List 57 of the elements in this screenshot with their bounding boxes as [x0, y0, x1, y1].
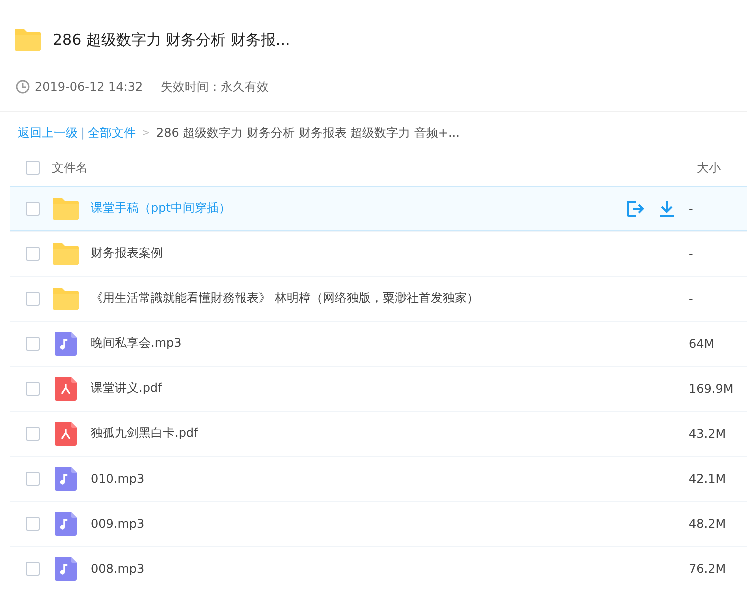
row-checkbox[interactable]	[26, 516, 40, 530]
row-checkbox[interactable]	[26, 246, 40, 260]
row-checkbox[interactable]	[26, 426, 40, 440]
folder-icon	[53, 288, 79, 310]
music-file-icon	[53, 332, 79, 356]
current-folder: 286 超级数字力 财务分析 财务报表 超级数字力 音频+...	[156, 124, 460, 142]
pdf-file-icon	[53, 422, 79, 446]
music-file-icon	[53, 556, 79, 580]
folder-icon	[15, 29, 41, 51]
row-checkbox[interactable]	[26, 292, 40, 306]
folder-icon	[53, 198, 79, 220]
breadcrumb-arrow: >	[142, 128, 150, 138]
file-row[interactable]: 独孤九剑黑白卡.pdf 43.2M	[10, 411, 747, 456]
pdf-file-icon	[53, 376, 79, 400]
file-row[interactable]: 009.mp3 48.2M	[10, 501, 747, 546]
file-name[interactable]: 008.mp3	[91, 562, 677, 576]
file-size: -	[689, 292, 694, 306]
file-size: -	[689, 246, 694, 260]
expiry-text: 失效时间：永久有效	[161, 78, 270, 96]
row-checkbox[interactable]	[26, 382, 40, 396]
file-name[interactable]: 《用生活常識就能看懂財務報表》 林明樟（网络独版，粟渺社首发独家）	[91, 290, 677, 307]
file-row[interactable]: 《用生活常識就能看懂財務報表》 林明樟（网络独版，粟渺社首发独家） -	[10, 276, 747, 321]
separator: |	[81, 126, 86, 140]
file-row[interactable]: 课堂手稿（ppt中间穿插） -	[10, 186, 747, 231]
file-name[interactable]: 课堂讲义.pdf	[91, 380, 677, 397]
file-name[interactable]: 010.mp3	[91, 472, 677, 486]
file-row[interactable]: 010.mp3 42.1M	[10, 456, 747, 501]
file-size: -	[689, 202, 694, 216]
file-size: 169.9M	[689, 382, 735, 396]
row-checkbox[interactable]	[26, 202, 40, 216]
save-icon[interactable]	[625, 198, 645, 218]
file-size: 42.1M	[689, 472, 728, 486]
file-row[interactable]: 财务报表案例 -	[10, 231, 747, 276]
file-name[interactable]: 009.mp3	[91, 516, 677, 530]
file-row[interactable]: 008.mp3 76.2M	[10, 546, 747, 591]
row-checkbox[interactable]	[26, 472, 40, 486]
page-title: 286 超级数字力 财务分析 财务报...	[53, 30, 290, 50]
file-size: 48.2M	[689, 516, 728, 530]
file-name[interactable]: 晚间私享会.mp3	[91, 335, 677, 352]
column-header: 大小	[697, 160, 722, 176]
file-row[interactable]: 晚间私享会.mp3 64M	[10, 321, 747, 366]
file-row[interactable]: 课堂讲义.pdf 169.9M	[10, 366, 747, 411]
file-name[interactable]: 财务报表案例	[91, 245, 677, 262]
file-name[interactable]: 独孤九剑黑白卡.pdf	[91, 425, 677, 442]
row-checkbox[interactable]	[26, 336, 40, 350]
row-checkbox[interactable]	[26, 562, 40, 576]
clock-icon	[16, 80, 30, 94]
folder-icon	[53, 242, 79, 264]
file-size: 43.2M	[689, 426, 728, 440]
music-file-icon	[53, 466, 79, 490]
music-file-icon	[53, 512, 79, 536]
file-size: 76.2M	[689, 562, 728, 576]
download-icon[interactable]	[657, 198, 677, 218]
column-header: 文件名	[52, 160, 89, 176]
share-date: 2019-06-12 14:32	[35, 80, 144, 94]
select-all-checkbox[interactable]	[26, 161, 40, 175]
file-size: 64M	[689, 336, 716, 350]
